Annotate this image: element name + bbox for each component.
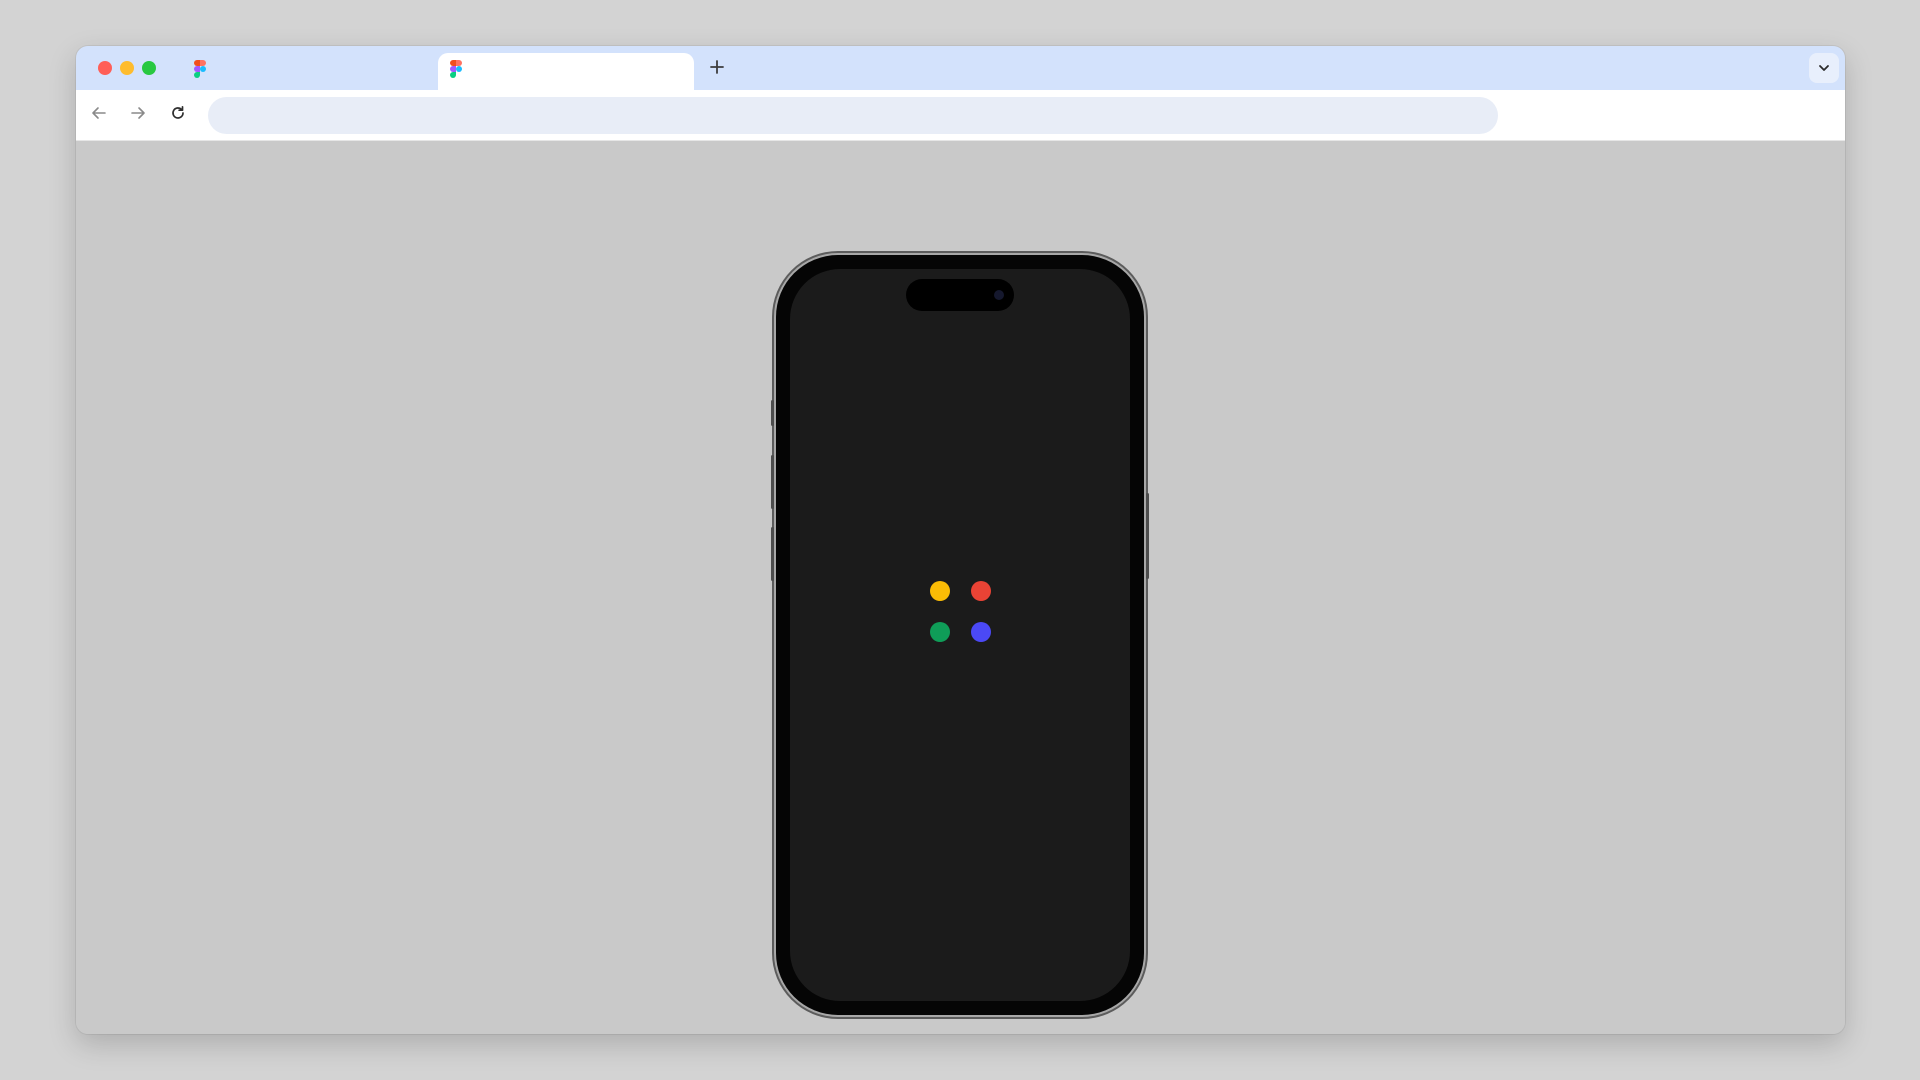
chevron-down-icon — [1818, 59, 1830, 77]
arrow-right-icon — [130, 105, 146, 126]
tab-figma-1[interactable] — [182, 53, 432, 90]
minimize-window-button[interactable] — [120, 61, 134, 75]
tab-search-button[interactable] — [1809, 53, 1839, 83]
blue-dot — [971, 622, 991, 642]
figma-logo-icon — [450, 60, 462, 83]
reload-button[interactable] — [165, 102, 191, 128]
dynamic-island — [906, 279, 1014, 311]
red-dot — [971, 581, 991, 601]
close-window-button[interactable] — [98, 61, 112, 75]
browser-window — [76, 46, 1845, 1034]
green-dot — [930, 622, 950, 642]
maximize-window-button[interactable] — [142, 61, 156, 75]
figma-logo-icon — [194, 60, 206, 83]
camera-icon — [994, 290, 1004, 300]
tab-strip — [76, 46, 1845, 90]
phone-action-button — [771, 400, 774, 426]
arrow-left-icon — [91, 105, 107, 126]
tab-figma-2[interactable] — [438, 53, 694, 90]
reload-icon — [170, 105, 186, 126]
yellow-dot — [930, 581, 950, 601]
phone-volume-up-button — [771, 455, 774, 509]
plus-icon — [710, 59, 724, 79]
phone-power-button — [1146, 493, 1149, 579]
forward-button[interactable] — [125, 102, 151, 128]
back-button[interactable] — [86, 102, 112, 128]
phone-frame — [771, 255, 1149, 1015]
loading-indicator — [930, 581, 992, 643]
browser-toolbar — [76, 90, 1845, 141]
phone-volume-down-button — [771, 527, 774, 581]
page-viewport — [76, 141, 1845, 1034]
phone-screen — [790, 269, 1130, 1001]
new-tab-button[interactable] — [704, 56, 730, 82]
address-bar[interactable] — [208, 97, 1498, 134]
